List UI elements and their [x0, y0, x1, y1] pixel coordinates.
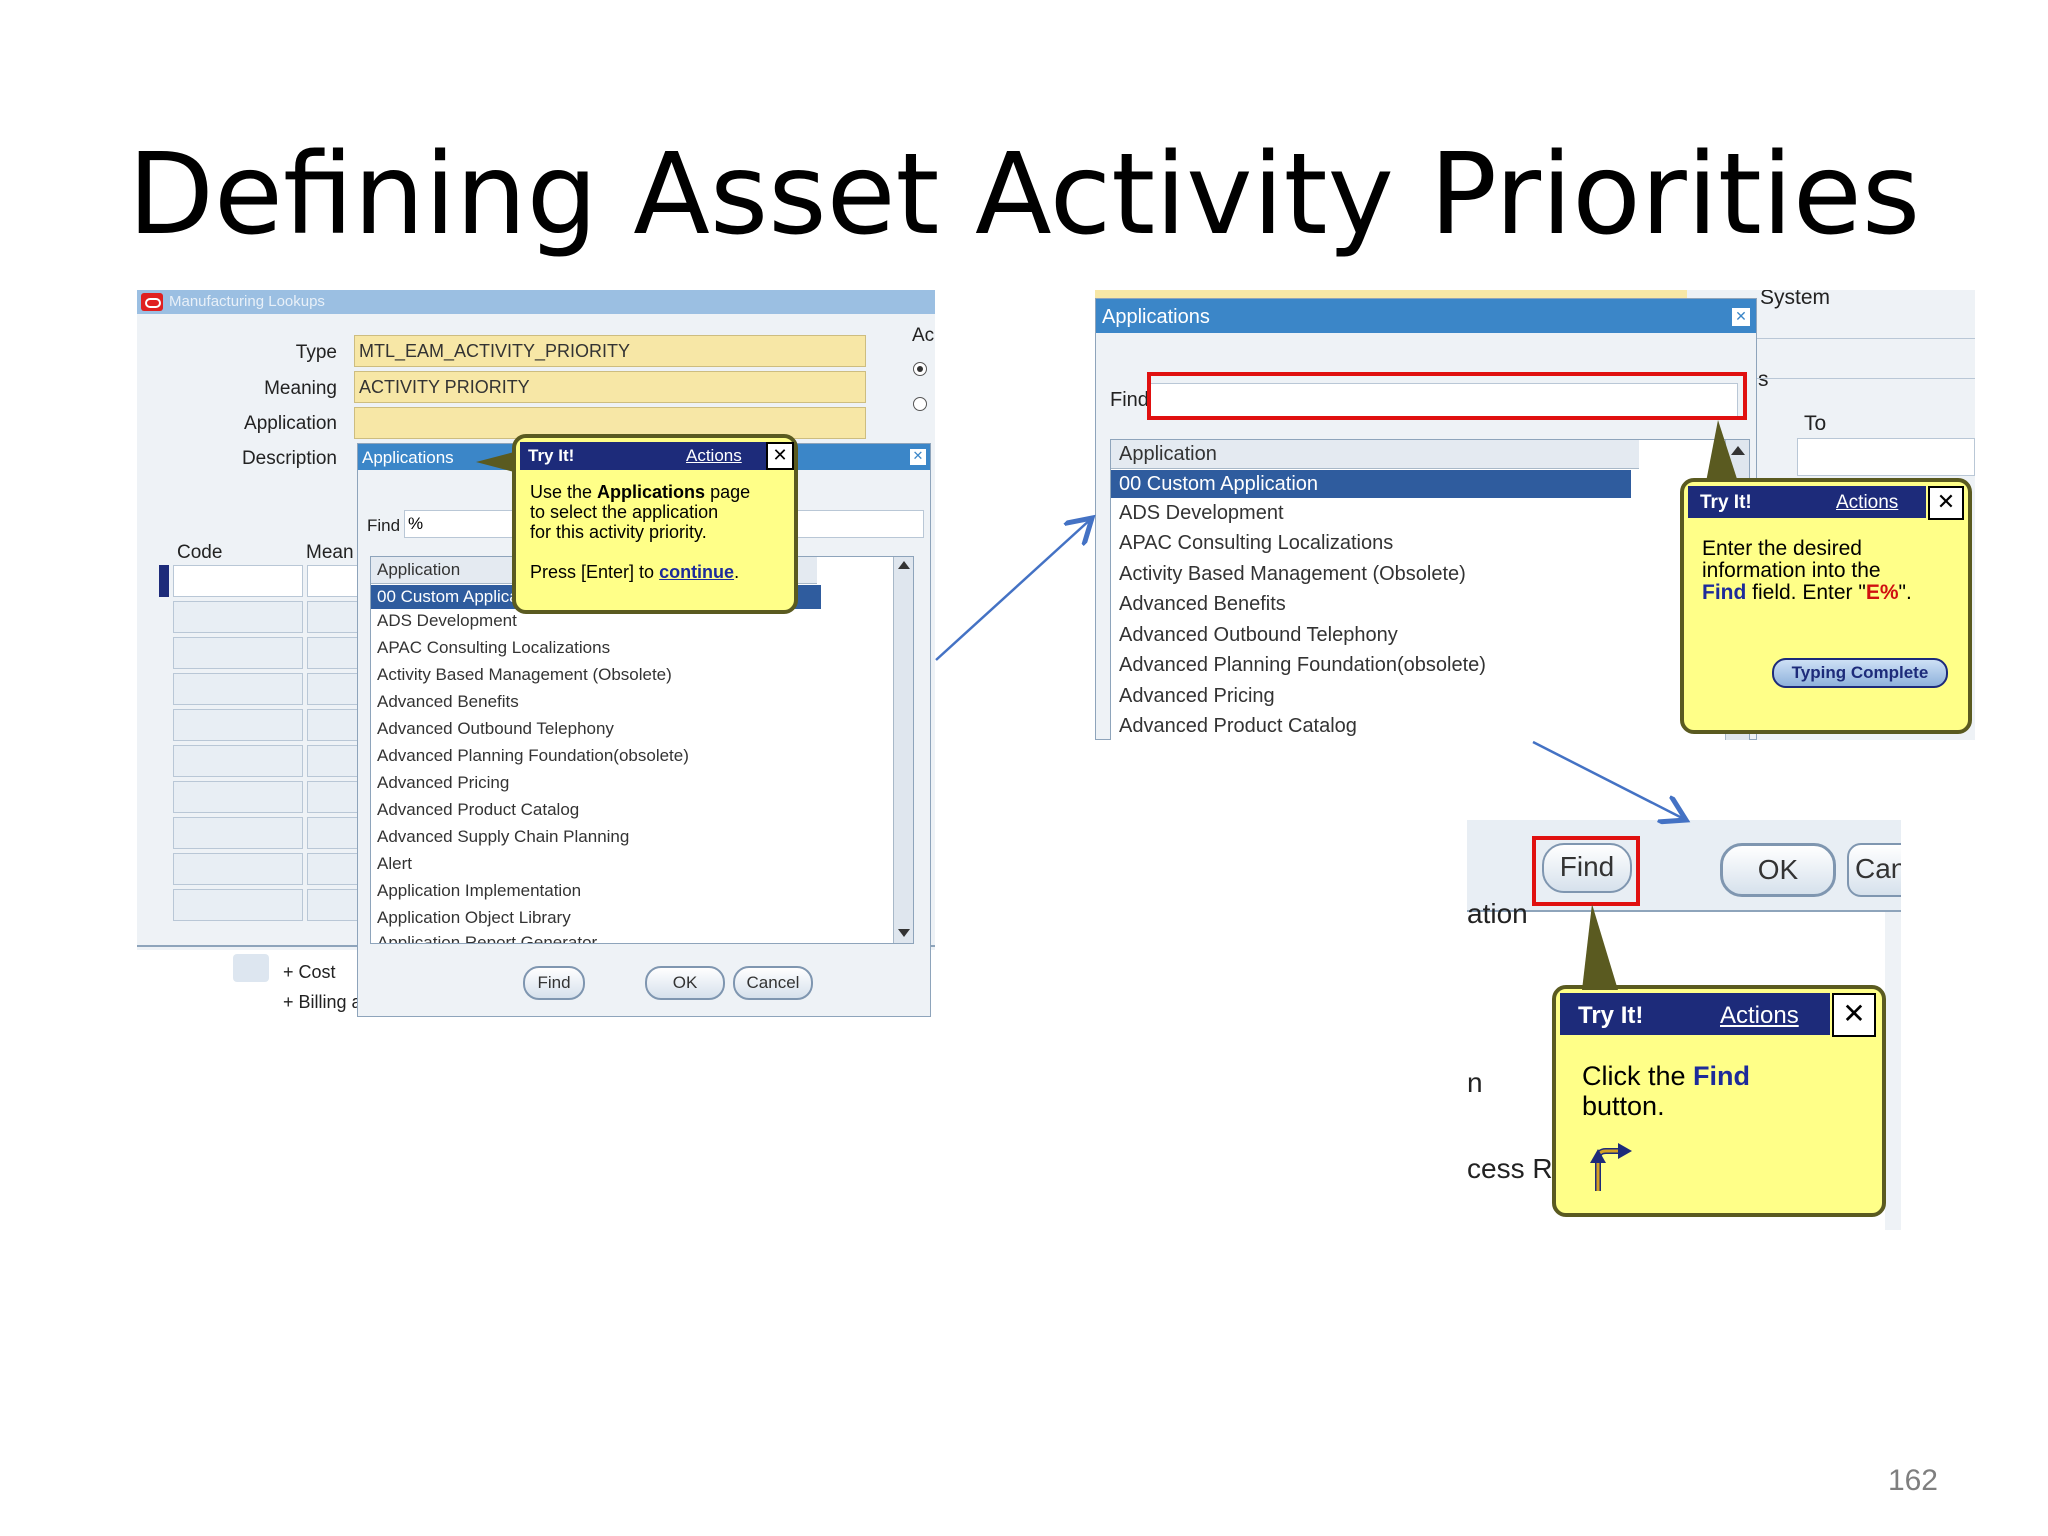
- flow-arrows: [935, 0, 2048, 1536]
- flow-arrow-2: [1532, 740, 1686, 820]
- flow-arrow-1: [935, 518, 1092, 661]
- page-number: 162: [1887, 1464, 1938, 1497]
